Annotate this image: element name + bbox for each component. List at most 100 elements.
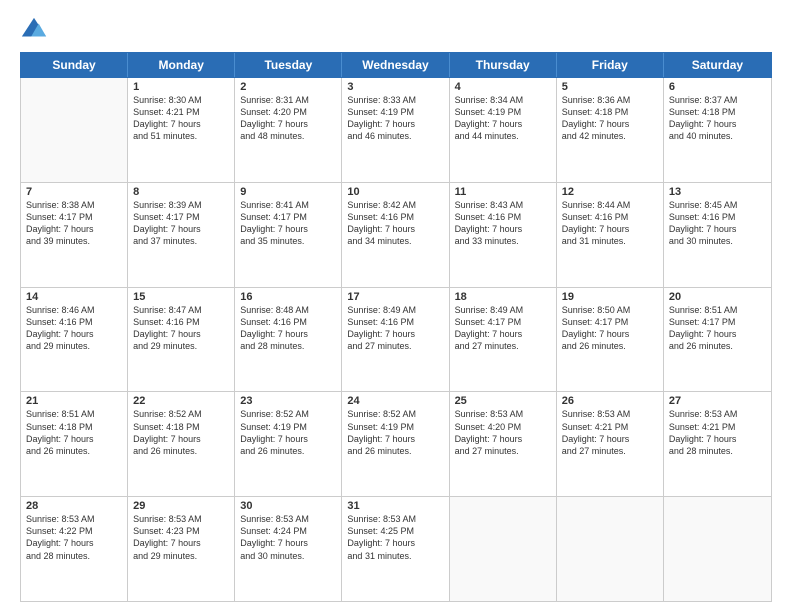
day-info: Sunrise: 8:41 AMSunset: 4:17 PMDaylight:… xyxy=(240,199,336,248)
page: SundayMondayTuesdayWednesdayThursdayFrid… xyxy=(0,0,792,612)
cal-row: 21Sunrise: 8:51 AMSunset: 4:18 PMDayligh… xyxy=(21,392,771,497)
cal-header-cell: Friday xyxy=(557,53,664,77)
cal-cell: 13Sunrise: 8:45 AMSunset: 4:16 PMDayligh… xyxy=(664,183,771,287)
day-info: Sunrise: 8:53 AMSunset: 4:20 PMDaylight:… xyxy=(455,408,551,457)
day-number: 23 xyxy=(240,395,336,407)
cal-cell: 16Sunrise: 8:48 AMSunset: 4:16 PMDayligh… xyxy=(235,288,342,392)
day-number: 11 xyxy=(455,186,551,198)
day-number: 24 xyxy=(347,395,443,407)
day-number: 22 xyxy=(133,395,229,407)
day-number: 17 xyxy=(347,291,443,303)
day-number: 3 xyxy=(347,81,443,93)
cal-cell: 10Sunrise: 8:42 AMSunset: 4:16 PMDayligh… xyxy=(342,183,449,287)
cal-cell: 4Sunrise: 8:34 AMSunset: 4:19 PMDaylight… xyxy=(450,78,557,182)
day-number: 25 xyxy=(455,395,551,407)
cal-row: 14Sunrise: 8:46 AMSunset: 4:16 PMDayligh… xyxy=(21,288,771,393)
day-info: Sunrise: 8:45 AMSunset: 4:16 PMDaylight:… xyxy=(669,199,766,248)
day-info: Sunrise: 8:52 AMSunset: 4:18 PMDaylight:… xyxy=(133,408,229,457)
day-number: 29 xyxy=(133,500,229,512)
day-info: Sunrise: 8:53 AMSunset: 4:23 PMDaylight:… xyxy=(133,513,229,562)
day-info: Sunrise: 8:37 AMSunset: 4:18 PMDaylight:… xyxy=(669,94,766,143)
cal-cell: 15Sunrise: 8:47 AMSunset: 4:16 PMDayligh… xyxy=(128,288,235,392)
day-number: 9 xyxy=(240,186,336,198)
cal-cell: 6Sunrise: 8:37 AMSunset: 4:18 PMDaylight… xyxy=(664,78,771,182)
cal-cell: 11Sunrise: 8:43 AMSunset: 4:16 PMDayligh… xyxy=(450,183,557,287)
day-info: Sunrise: 8:42 AMSunset: 4:16 PMDaylight:… xyxy=(347,199,443,248)
day-number: 31 xyxy=(347,500,443,512)
calendar: SundayMondayTuesdayWednesdayThursdayFrid… xyxy=(20,52,772,602)
day-number: 14 xyxy=(26,291,122,303)
day-number: 18 xyxy=(455,291,551,303)
day-info: Sunrise: 8:38 AMSunset: 4:17 PMDaylight:… xyxy=(26,199,122,248)
cal-header-cell: Sunday xyxy=(21,53,128,77)
cal-header-cell: Wednesday xyxy=(342,53,449,77)
cal-cell: 30Sunrise: 8:53 AMSunset: 4:24 PMDayligh… xyxy=(235,497,342,601)
day-info: Sunrise: 8:31 AMSunset: 4:20 PMDaylight:… xyxy=(240,94,336,143)
cal-header-cell: Tuesday xyxy=(235,53,342,77)
cal-header-cell: Saturday xyxy=(664,53,771,77)
cal-cell: 5Sunrise: 8:36 AMSunset: 4:18 PMDaylight… xyxy=(557,78,664,182)
cal-cell: 22Sunrise: 8:52 AMSunset: 4:18 PMDayligh… xyxy=(128,392,235,496)
day-info: Sunrise: 8:51 AMSunset: 4:17 PMDaylight:… xyxy=(669,304,766,353)
cal-cell: 17Sunrise: 8:49 AMSunset: 4:16 PMDayligh… xyxy=(342,288,449,392)
cal-cell: 9Sunrise: 8:41 AMSunset: 4:17 PMDaylight… xyxy=(235,183,342,287)
cal-cell: 18Sunrise: 8:49 AMSunset: 4:17 PMDayligh… xyxy=(450,288,557,392)
cal-cell: 29Sunrise: 8:53 AMSunset: 4:23 PMDayligh… xyxy=(128,497,235,601)
day-number: 12 xyxy=(562,186,658,198)
cal-cell xyxy=(557,497,664,601)
cal-cell: 27Sunrise: 8:53 AMSunset: 4:21 PMDayligh… xyxy=(664,392,771,496)
day-info: Sunrise: 8:47 AMSunset: 4:16 PMDaylight:… xyxy=(133,304,229,353)
day-number: 5 xyxy=(562,81,658,93)
cal-cell: 23Sunrise: 8:52 AMSunset: 4:19 PMDayligh… xyxy=(235,392,342,496)
cal-cell: 28Sunrise: 8:53 AMSunset: 4:22 PMDayligh… xyxy=(21,497,128,601)
cal-cell: 31Sunrise: 8:53 AMSunset: 4:25 PMDayligh… xyxy=(342,497,449,601)
cal-row: 1Sunrise: 8:30 AMSunset: 4:21 PMDaylight… xyxy=(21,78,771,183)
cal-cell: 1Sunrise: 8:30 AMSunset: 4:21 PMDaylight… xyxy=(128,78,235,182)
cal-cell: 14Sunrise: 8:46 AMSunset: 4:16 PMDayligh… xyxy=(21,288,128,392)
day-info: Sunrise: 8:33 AMSunset: 4:19 PMDaylight:… xyxy=(347,94,443,143)
day-number: 4 xyxy=(455,81,551,93)
day-info: Sunrise: 8:53 AMSunset: 4:21 PMDaylight:… xyxy=(562,408,658,457)
day-number: 7 xyxy=(26,186,122,198)
day-info: Sunrise: 8:52 AMSunset: 4:19 PMDaylight:… xyxy=(240,408,336,457)
cal-cell: 8Sunrise: 8:39 AMSunset: 4:17 PMDaylight… xyxy=(128,183,235,287)
calendar-body: 1Sunrise: 8:30 AMSunset: 4:21 PMDaylight… xyxy=(20,78,772,602)
cal-cell: 7Sunrise: 8:38 AMSunset: 4:17 PMDaylight… xyxy=(21,183,128,287)
day-number: 16 xyxy=(240,291,336,303)
day-info: Sunrise: 8:30 AMSunset: 4:21 PMDaylight:… xyxy=(133,94,229,143)
day-info: Sunrise: 8:39 AMSunset: 4:17 PMDaylight:… xyxy=(133,199,229,248)
day-number: 28 xyxy=(26,500,122,512)
day-info: Sunrise: 8:53 AMSunset: 4:22 PMDaylight:… xyxy=(26,513,122,562)
day-info: Sunrise: 8:43 AMSunset: 4:16 PMDaylight:… xyxy=(455,199,551,248)
calendar-header: SundayMondayTuesdayWednesdayThursdayFrid… xyxy=(20,52,772,78)
cal-row: 28Sunrise: 8:53 AMSunset: 4:22 PMDayligh… xyxy=(21,497,771,601)
day-number: 6 xyxy=(669,81,766,93)
cal-cell xyxy=(21,78,128,182)
day-number: 26 xyxy=(562,395,658,407)
day-number: 30 xyxy=(240,500,336,512)
day-number: 13 xyxy=(669,186,766,198)
day-info: Sunrise: 8:46 AMSunset: 4:16 PMDaylight:… xyxy=(26,304,122,353)
cal-row: 7Sunrise: 8:38 AMSunset: 4:17 PMDaylight… xyxy=(21,183,771,288)
cal-cell xyxy=(664,497,771,601)
day-info: Sunrise: 8:50 AMSunset: 4:17 PMDaylight:… xyxy=(562,304,658,353)
cal-cell: 19Sunrise: 8:50 AMSunset: 4:17 PMDayligh… xyxy=(557,288,664,392)
day-number: 10 xyxy=(347,186,443,198)
day-info: Sunrise: 8:49 AMSunset: 4:16 PMDaylight:… xyxy=(347,304,443,353)
day-info: Sunrise: 8:49 AMSunset: 4:17 PMDaylight:… xyxy=(455,304,551,353)
day-info: Sunrise: 8:51 AMSunset: 4:18 PMDaylight:… xyxy=(26,408,122,457)
logo-icon xyxy=(20,16,48,44)
cal-cell: 21Sunrise: 8:51 AMSunset: 4:18 PMDayligh… xyxy=(21,392,128,496)
header xyxy=(20,16,772,44)
day-number: 1 xyxy=(133,81,229,93)
cal-cell: 20Sunrise: 8:51 AMSunset: 4:17 PMDayligh… xyxy=(664,288,771,392)
day-info: Sunrise: 8:52 AMSunset: 4:19 PMDaylight:… xyxy=(347,408,443,457)
cal-cell: 12Sunrise: 8:44 AMSunset: 4:16 PMDayligh… xyxy=(557,183,664,287)
day-info: Sunrise: 8:34 AMSunset: 4:19 PMDaylight:… xyxy=(455,94,551,143)
day-number: 21 xyxy=(26,395,122,407)
day-info: Sunrise: 8:53 AMSunset: 4:24 PMDaylight:… xyxy=(240,513,336,562)
day-number: 2 xyxy=(240,81,336,93)
day-info: Sunrise: 8:44 AMSunset: 4:16 PMDaylight:… xyxy=(562,199,658,248)
day-number: 15 xyxy=(133,291,229,303)
logo xyxy=(20,16,52,44)
